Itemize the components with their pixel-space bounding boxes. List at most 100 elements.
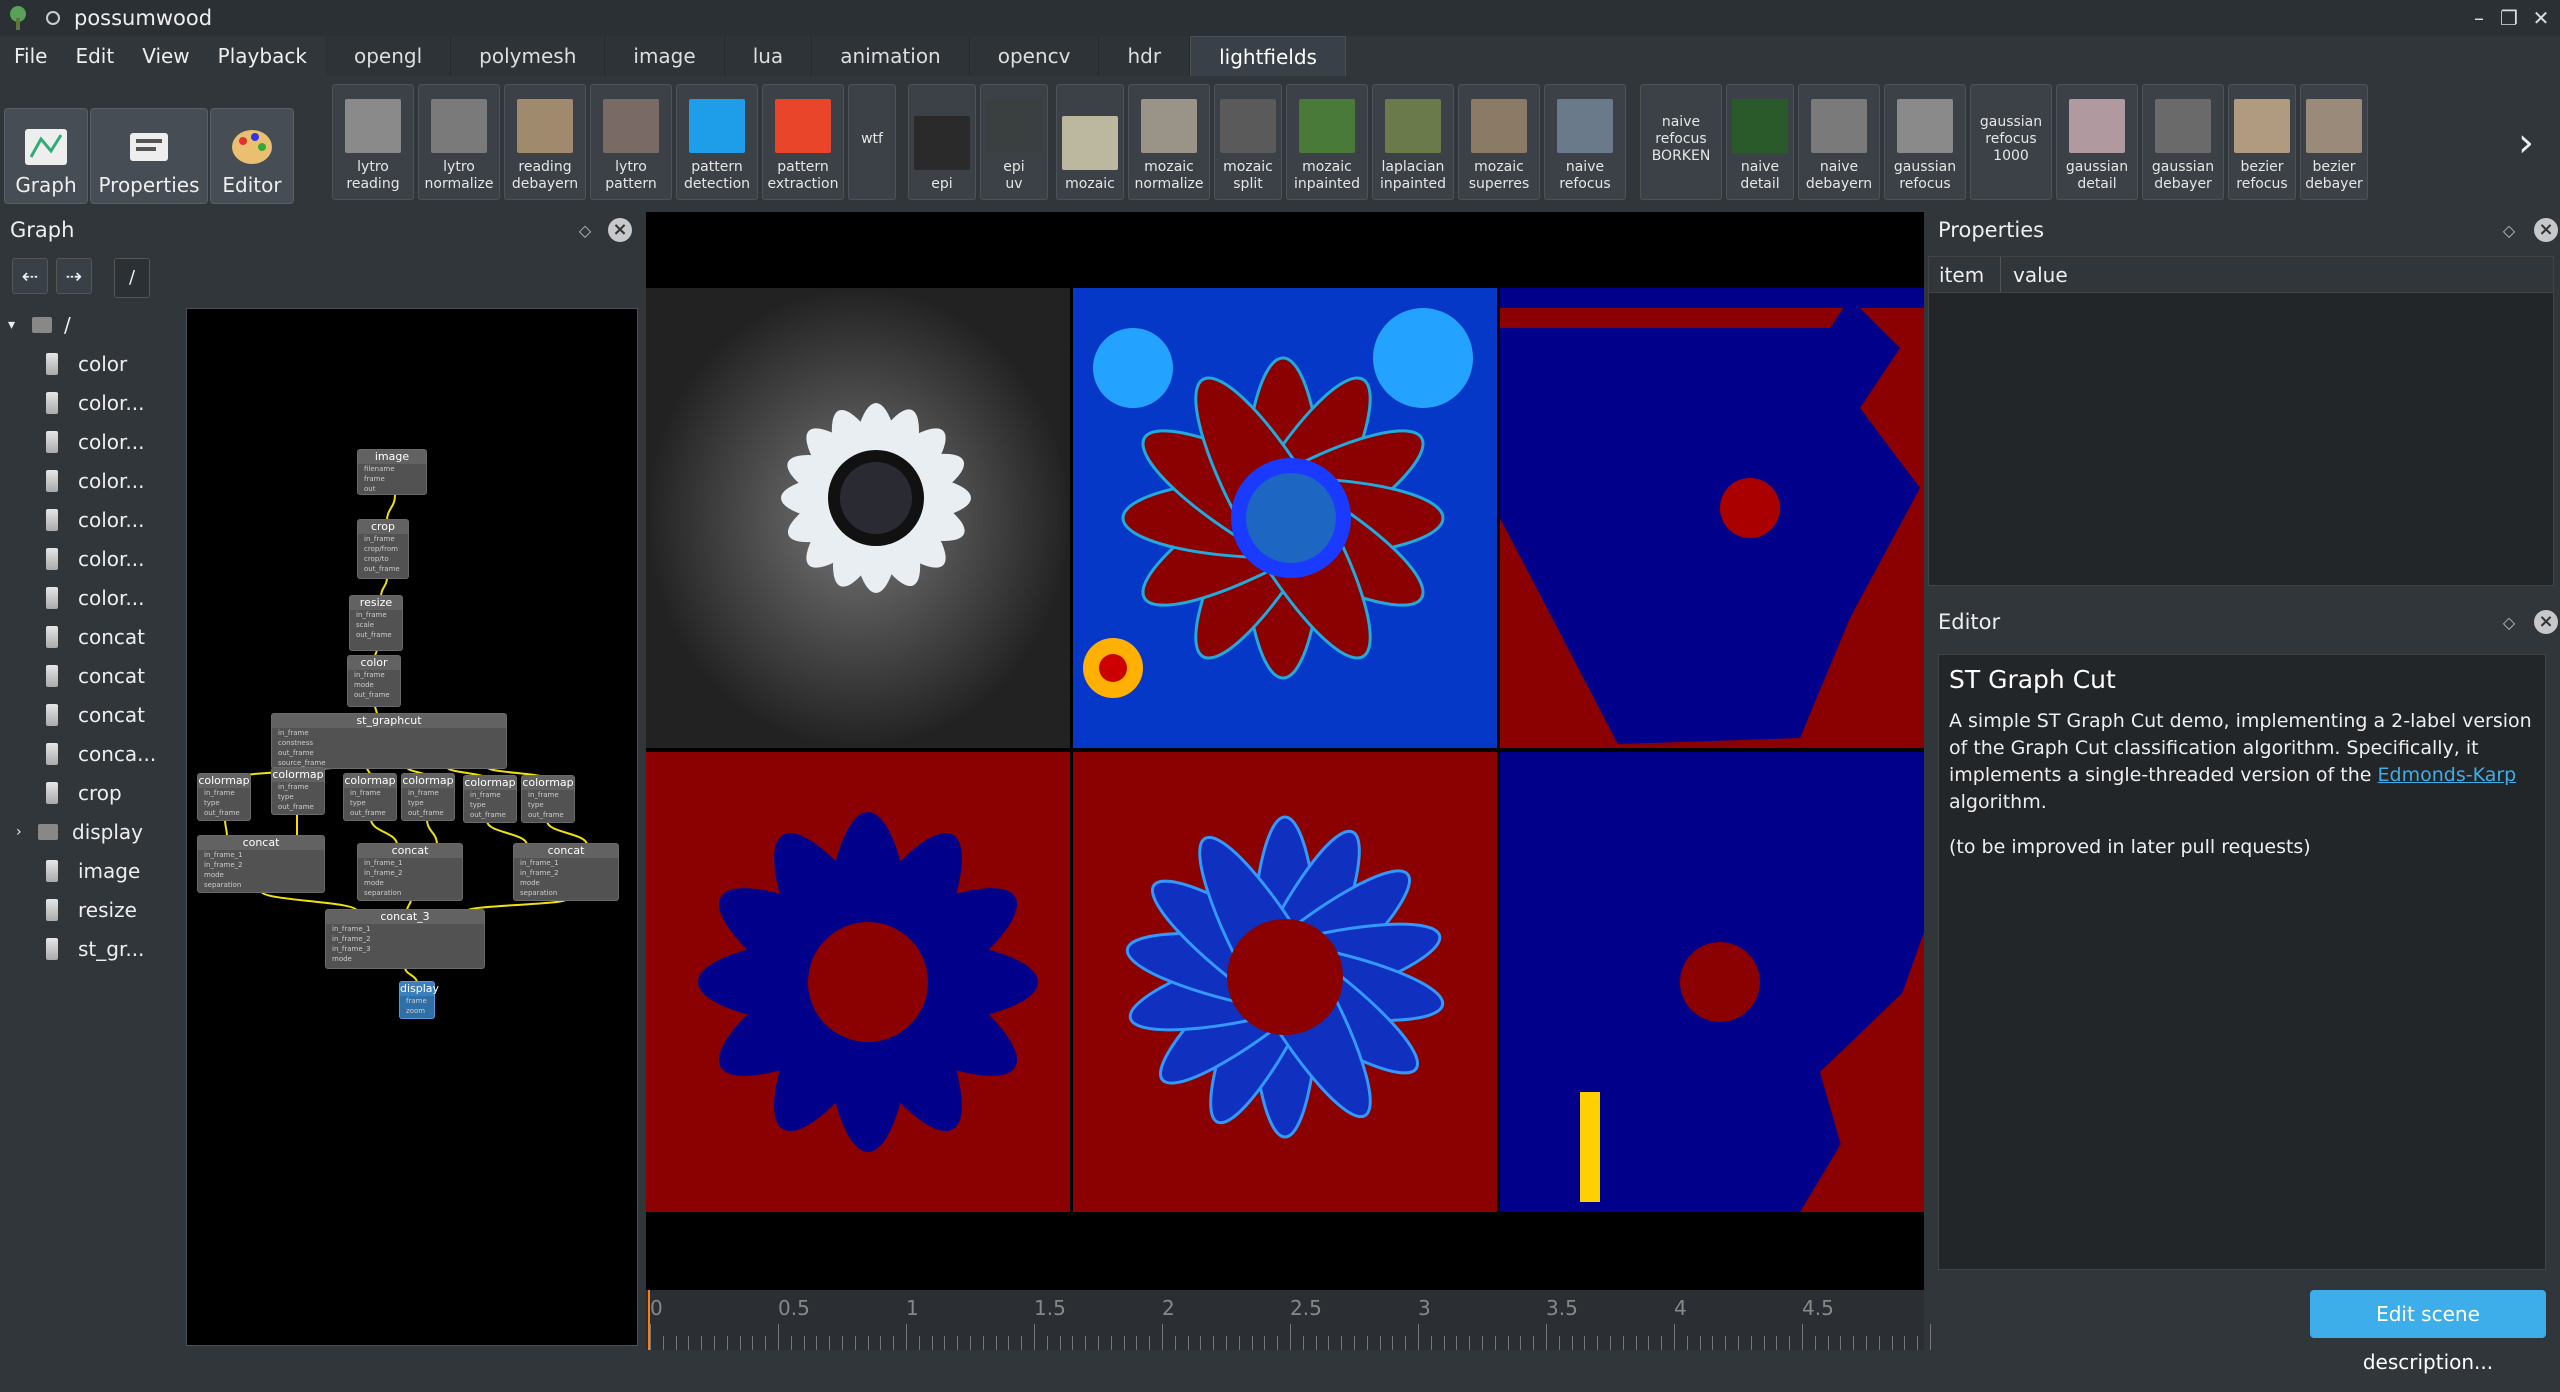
menu-file[interactable]: File [0,44,61,68]
float-icon[interactable]: ◇ [2498,220,2520,242]
node-port[interactable]: mode [326,954,484,964]
close-icon[interactable]: × [2534,218,2558,242]
tab-polymesh[interactable]: polymesh [451,36,606,76]
tab-animation[interactable]: animation [812,36,970,76]
node-port[interactable]: out_frame [348,690,400,700]
tree-item[interactable]: color... [46,579,144,617]
node-colormap[interactable]: colormap in_frame type out_frame [401,773,455,821]
node-port[interactable]: in_frame [272,782,324,792]
node-port[interactable]: in_frame [344,788,396,798]
properties-table[interactable]: item value [1928,256,2554,586]
tree-item[interactable]: color... [46,501,144,539]
close-icon[interactable]: × [608,218,632,242]
tab-lua[interactable]: lua [724,36,813,76]
node-port[interactable]: out_frame [464,810,516,820]
forward-button[interactable]: ⇢ [56,258,92,294]
node-port[interactable]: in_frame [358,534,408,544]
example-button[interactable]: mozaic inpainted [1286,84,1368,200]
node-port[interactable]: out_frame [198,808,250,818]
tree-item[interactable]: concat [46,696,145,734]
tree-item[interactable]: st_gr... [46,930,144,968]
node-crop[interactable]: crop in_frame crop/from crop/to out_frame [357,519,409,579]
tree-item[interactable]: color... [46,462,144,500]
node-port[interactable]: in_frame_2 [198,860,324,870]
tree-item[interactable]: conca... [46,735,156,773]
node-port[interactable]: type [402,798,454,808]
node-port[interactable]: out_frame [402,808,454,818]
node-display[interactable]: display frame zoom [399,981,439,1019]
example-button[interactable]: lytro normalize [418,84,500,200]
example-button[interactable]: gaussian refocus [1884,84,1966,200]
back-button[interactable]: ⇠ [12,258,48,294]
example-button[interactable]: naive detail [1726,84,1794,200]
node-image[interactable]: image filename frame out [357,449,427,495]
node-port[interactable]: in_frame_1 [358,858,462,868]
image-viewport[interactable] [646,212,1924,1292]
tree-item[interactable]: › display [16,813,143,851]
node-port[interactable]: in_frame_2 [514,868,618,878]
node-resize[interactable]: resize in_frame scale out_frame [349,595,403,651]
chevron-down-icon[interactable]: ▾ [8,317,22,333]
node-colormap[interactable]: colormap in_frame type out_frame [463,775,517,823]
node-port[interactable]: out_frame [272,748,506,758]
example-button[interactable]: lytro pattern [590,84,672,200]
example-button[interactable]: gaussian detail [2056,84,2138,200]
node-port[interactable]: mode [198,870,324,880]
node-port[interactable]: in_frame [402,788,454,798]
node-concat[interactable]: concat in_frame_1 in_frame_2 mode separation [197,835,325,893]
node-port[interactable]: mode [358,878,462,888]
example-button[interactable]: laplacian inpainted [1372,84,1454,200]
node-editor[interactable]: image filename frame out crop in_frame crop/fr… [186,308,638,1346]
node-port[interactable]: type [344,798,396,808]
node-port[interactable]: type [464,800,516,810]
editor-button[interactable]: Editor [210,108,294,204]
node-port[interactable]: out_frame [272,802,324,812]
tab-lightfields[interactable]: lightfields [1190,36,1346,76]
tree-item[interactable]: concat [46,618,145,656]
node-port[interactable]: out_frame [358,564,408,574]
example-button[interactable]: mozaic [1056,84,1124,200]
node-colormap[interactable]: colormap in_frame type out_frame [197,773,251,821]
menu-playback[interactable]: Playback [204,44,321,68]
example-button[interactable]: mozaic normalize [1128,84,1210,200]
node-port[interactable]: separation [514,888,618,898]
node-port[interactable]: in_frame [198,788,250,798]
node-st-graphcut[interactable]: st_graphcut in_frame constness out_frame sou… [271,713,507,769]
properties-button[interactable]: Properties [90,108,208,204]
pin-icon[interactable] [46,11,60,25]
tree-item[interactable]: color... [46,384,144,422]
node-colormap[interactable]: colormap in_frame type out_frame [343,773,397,821]
node-port[interactable]: in_frame [272,728,506,738]
node-port[interactable]: filename [358,464,426,474]
example-button[interactable]: bezier debayer [2300,84,2368,200]
chevron-right-icon[interactable]: › [16,824,22,840]
node-port[interactable]: in_frame_1 [514,858,618,868]
tree-item[interactable]: image [46,852,140,890]
example-button[interactable]: mozaic split [1214,84,1282,200]
node-port[interactable]: in_frame [348,670,400,680]
tab-hdr[interactable]: hdr [1099,36,1191,76]
example-button[interactable]: gaussian debayer [2142,84,2224,200]
node-colormap[interactable]: colormap in_frame type out_frame [521,775,575,823]
timeline[interactable]: 0 0.5 1 1.5 2 2.5 3 3.5 4 4.5 [646,1290,1931,1350]
node-port[interactable]: type [522,800,574,810]
node-port[interactable]: type [198,798,250,808]
float-icon[interactable]: ◇ [2498,612,2520,634]
example-button[interactable]: mozaic superres [1458,84,1540,200]
node-port[interactable]: in_frame_2 [358,868,462,878]
node-port[interactable]: mode [348,680,400,690]
node-port[interactable]: in_frame [522,790,574,800]
node-concat[interactable]: concat in_frame_1 in_frame_2 mode separation [513,843,619,901]
node-port[interactable]: crop/to [358,554,408,564]
node-port[interactable]: in_frame_1 [198,850,324,860]
close-window-icon[interactable]: ✕ [2526,4,2556,32]
graph-button[interactable]: Graph [4,108,88,204]
example-button[interactable]: wtf [848,84,896,200]
tree-item[interactable]: color [46,345,127,383]
node-port[interactable]: scale [350,620,402,630]
node-port[interactable]: frame [358,474,426,484]
column-item[interactable]: item [1929,257,2001,292]
close-icon[interactable]: × [2534,610,2558,634]
node-port[interactable]: out [358,484,426,494]
node-port[interactable]: crop/from [358,544,408,554]
